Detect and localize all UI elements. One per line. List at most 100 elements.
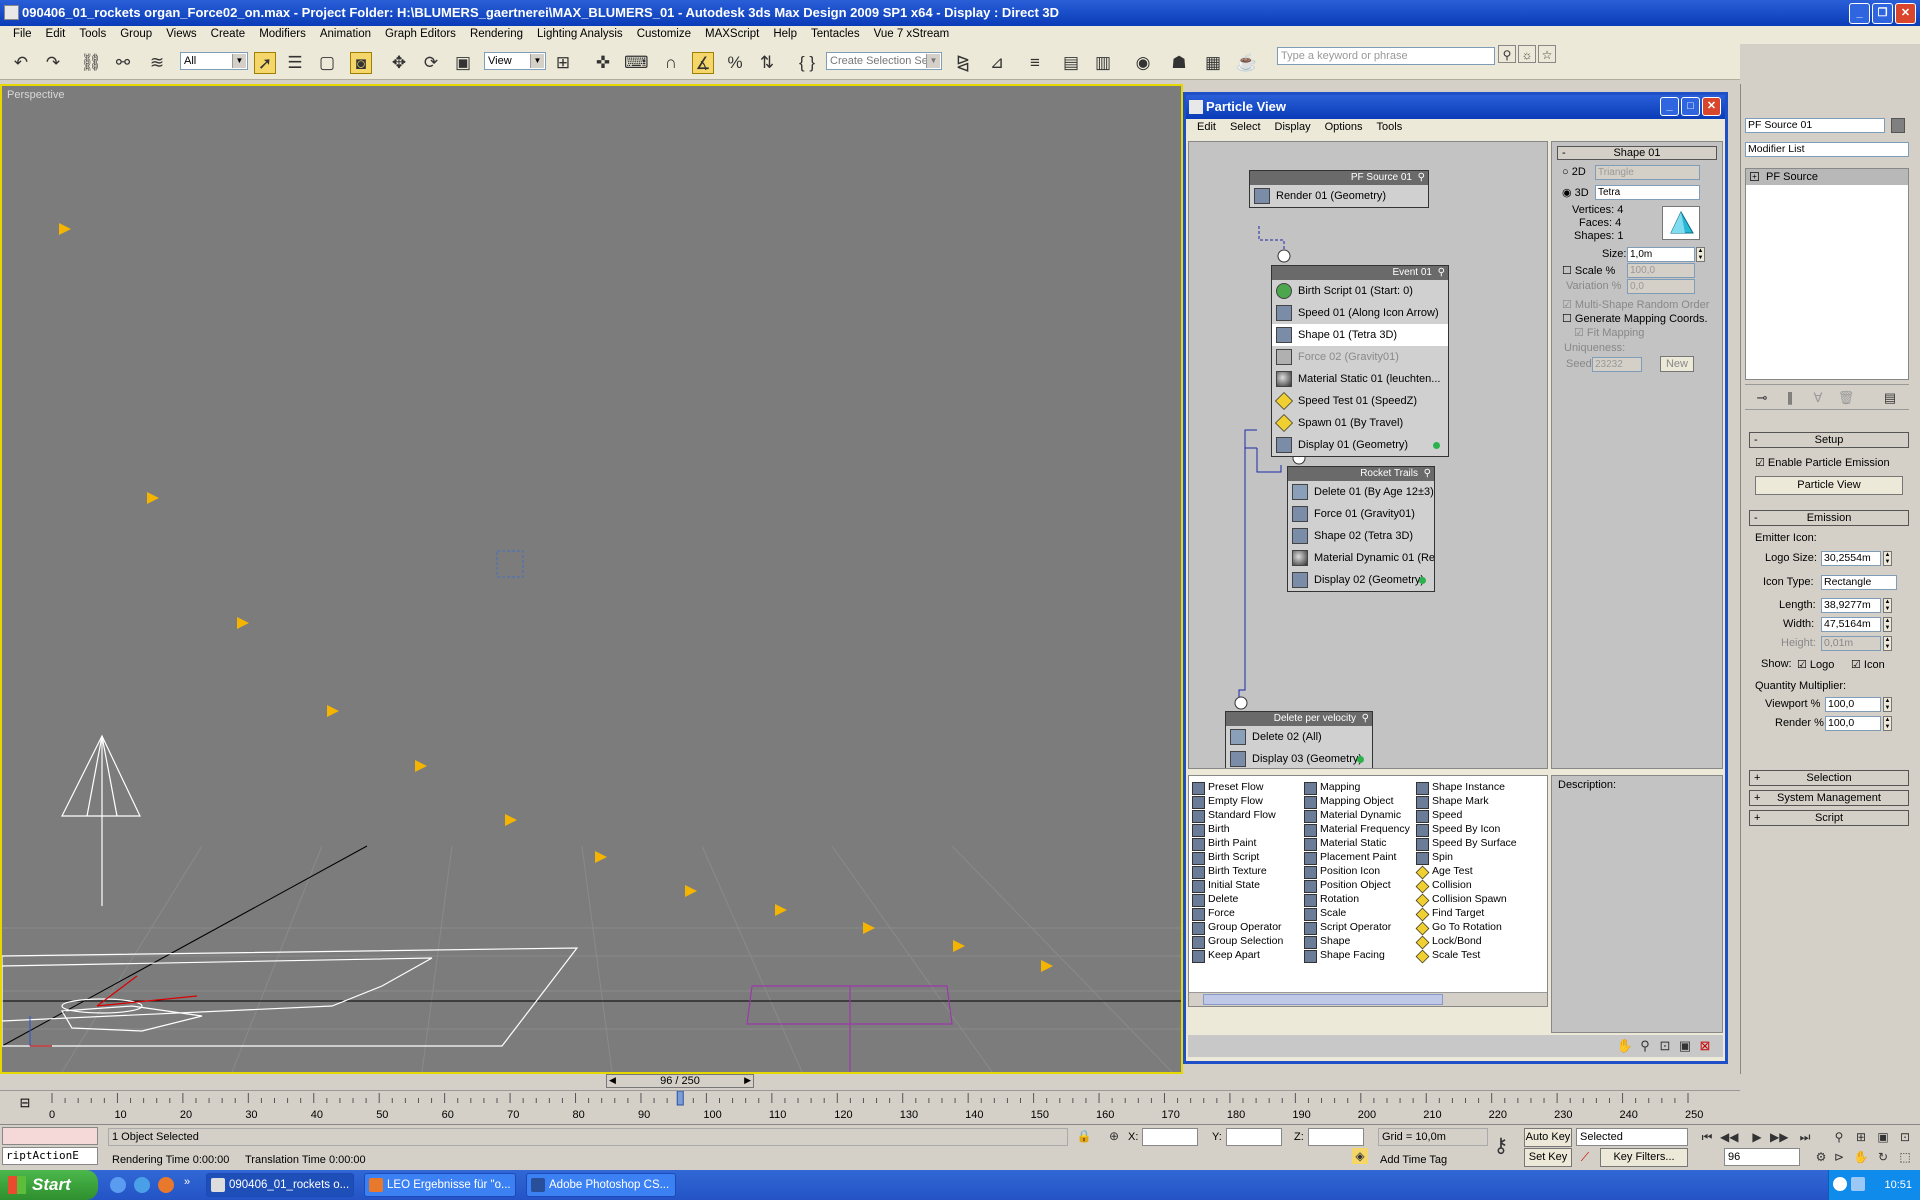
pivot-center-icon[interactable]: ⊞ xyxy=(552,52,574,74)
next-key-icon[interactable]: ▶▶ xyxy=(1770,1128,1788,1146)
menu-tentacles[interactable]: Tentacles xyxy=(804,26,867,44)
zoom-extents-all-icon[interactable]: ▣ xyxy=(1874,1128,1892,1146)
internet-explorer-icon[interactable] xyxy=(134,1177,150,1193)
pf-source-title[interactable]: PF Source 01 xyxy=(1250,171,1428,185)
show-logo-checkbox[interactable]: ☑ Logo xyxy=(1797,658,1834,671)
selection-rollout-header[interactable]: + Selection xyxy=(1749,770,1909,786)
minimize-button[interactable]: _ xyxy=(1849,3,1870,24)
depot-item[interactable]: Mapping xyxy=(1303,780,1410,795)
task-photoshop[interactable]: Adobe Photoshop CS... xyxy=(526,1173,676,1197)
event01-title[interactable]: Event 01 xyxy=(1272,266,1448,280)
curve-editor-icon[interactable]: ▤ xyxy=(1060,52,1082,74)
depot-item[interactable]: Position Icon xyxy=(1303,864,1410,879)
close-button[interactable]: ✕ xyxy=(1895,3,1916,24)
generate-mapping-checkbox[interactable]: ☐ Generate Mapping Coords. xyxy=(1562,312,1708,325)
depot-item[interactable]: Scale xyxy=(1303,906,1410,921)
task-3dsmax[interactable]: 090406_01_rockets o... xyxy=(206,1173,354,1197)
add-time-tag[interactable]: Add Time Tag xyxy=(1380,1154,1447,1166)
depot-item[interactable]: Standard Flow xyxy=(1191,808,1283,823)
select-by-name-icon[interactable]: ☰ xyxy=(284,52,306,74)
search-input[interactable]: Type a keyword or phrase xyxy=(1277,47,1495,65)
menu-create[interactable]: Create xyxy=(204,26,253,44)
y-coordinate-field[interactable] xyxy=(1226,1128,1282,1146)
depot-item[interactable]: Force xyxy=(1191,906,1283,921)
pv-menu-edit[interactable]: Edit xyxy=(1190,119,1223,137)
depot-item[interactable]: Group Operator xyxy=(1191,920,1283,935)
manipulate-icon[interactable]: ✜ xyxy=(592,52,614,74)
length-field[interactable]: 38,9277m xyxy=(1821,598,1881,613)
key-filters-button[interactable]: Key Filters... xyxy=(1600,1148,1688,1167)
icon-type-dropdown[interactable]: Rectangle xyxy=(1821,575,1897,590)
menu-file[interactable]: File xyxy=(6,26,39,44)
maxscript-mini-listener[interactable]: riptActionE xyxy=(2,1147,98,1165)
event-node-event01[interactable]: Event 01 Birth Script 01 (Start: 0) Spee… xyxy=(1271,265,1449,457)
width-spinner[interactable]: ▲ ▼ xyxy=(1883,617,1892,632)
depot-item[interactable]: Material Static xyxy=(1303,836,1410,851)
quick-render-icon[interactable]: ☕ xyxy=(1236,52,1258,74)
depot-item[interactable]: Group Selection xyxy=(1191,934,1283,949)
event-graph[interactable]: PF Source 01 Render 01 (Geometry) Event … xyxy=(1188,141,1548,769)
unlink-icon[interactable]: ⚯ xyxy=(112,52,134,74)
time-slider[interactable]: ◀ 96 / 250 ▶ xyxy=(0,1074,1740,1088)
height-spinner[interactable]: ▲ ▼ xyxy=(1883,636,1892,651)
tray-expand-icon[interactable] xyxy=(1833,1177,1847,1191)
pv-maximize-button[interactable]: □ xyxy=(1681,97,1700,116)
particle-view-button[interactable]: Particle View xyxy=(1755,476,1903,495)
expand-icon[interactable]: + xyxy=(1750,172,1759,181)
depot-item[interactable]: Empty Flow xyxy=(1191,794,1283,809)
zoom-icon[interactable]: ⚲ xyxy=(1636,1037,1654,1055)
remove-modifier-icon[interactable]: 🗑 xyxy=(1835,387,1857,409)
show-end-result-icon[interactable]: ∥ xyxy=(1779,387,1801,409)
seed-field[interactable]: 23232 xyxy=(1592,357,1642,372)
pv-menu-tools[interactable]: Tools xyxy=(1370,119,1410,137)
operator-delete[interactable]: Delete 01 (By Age 12±3) xyxy=(1288,481,1434,503)
shape-2d-dropdown[interactable]: Triangle xyxy=(1595,165,1700,180)
play-icon[interactable]: ▶ xyxy=(1748,1128,1766,1146)
depot-item[interactable]: Lock/Bond xyxy=(1415,934,1517,948)
communication-center-icon[interactable]: ☼ xyxy=(1518,45,1536,63)
shape-3d-dropdown[interactable]: Tetra xyxy=(1595,185,1700,200)
reference-coordinate-dropdown[interactable]: View xyxy=(484,52,546,70)
pv-menu-display[interactable]: Display xyxy=(1268,119,1318,137)
rendered-frame-window-icon[interactable]: ▦ xyxy=(1202,52,1224,74)
snaps-toggle-icon[interactable]: ∩ xyxy=(660,52,682,74)
z-coordinate-field[interactable] xyxy=(1308,1128,1364,1146)
pv-menu-select[interactable]: Select xyxy=(1223,119,1268,137)
current-frame-marker[interactable] xyxy=(676,1091,684,1106)
menu-customize[interactable]: Customize xyxy=(630,26,698,44)
scale-icon[interactable]: ▣ xyxy=(452,52,474,74)
length-spinner[interactable]: ▲ ▼ xyxy=(1883,598,1892,613)
set-key-mode-icon[interactable]: ⚷ xyxy=(1486,1134,1516,1158)
time-tag-icon[interactable]: ◈ xyxy=(1352,1148,1368,1164)
previous-key-icon[interactable]: ◀◀ xyxy=(1720,1128,1738,1146)
event-node-delete-per-velocity[interactable]: Delete per velocity Delete 02 (All) Disp… xyxy=(1225,711,1373,768)
operator-render[interactable]: Render 01 (Geometry) xyxy=(1250,185,1428,207)
zoom-extents-selected-icon[interactable]: ⊡ xyxy=(1896,1128,1914,1146)
select-object-icon[interactable]: ➚ xyxy=(254,52,276,74)
field-of-view-icon[interactable]: ⊳ xyxy=(1830,1148,1848,1166)
bind-to-space-warp-icon[interactable]: ≋ xyxy=(146,52,168,74)
restore-button[interactable]: ❐ xyxy=(1872,3,1893,24)
window-crossing-icon[interactable]: ◙ xyxy=(350,52,372,74)
operator-shape[interactable]: Shape 02 (Tetra 3D) xyxy=(1288,525,1434,547)
menu-rendering[interactable]: Rendering xyxy=(463,26,530,44)
modifier-list-dropdown[interactable]: Modifier List xyxy=(1745,142,1909,157)
depot-item[interactable]: Shape Instance xyxy=(1415,780,1517,795)
time-configuration-icon[interactable]: ⚙ xyxy=(1812,1148,1830,1166)
depot-item[interactable]: Birth Texture xyxy=(1191,864,1283,879)
operator-force[interactable]: Force 02 (Gravity01) xyxy=(1272,346,1448,368)
trackbar[interactable]: ⊟ 0 10 20 30 40 50 60 70 80 90 100 110 120 130 140 150 1… xyxy=(0,1090,1740,1124)
move-icon[interactable]: ✥ xyxy=(388,52,410,74)
percent-snap-icon[interactable]: % xyxy=(724,52,746,74)
new-seed-button[interactable]: New xyxy=(1660,356,1694,372)
named-selection-set-dropdown[interactable]: Create Selection Se xyxy=(826,52,942,70)
depot-item[interactable]: Script Operator xyxy=(1303,920,1410,935)
object-name-field[interactable]: PF Source 01 xyxy=(1745,118,1885,133)
depot-item[interactable]: Birth xyxy=(1191,822,1283,837)
viewport-percent-spinner[interactable]: ▲ ▼ xyxy=(1883,697,1892,712)
depot-item[interactable]: Birth Paint xyxy=(1191,836,1283,851)
menu-views[interactable]: Views xyxy=(159,26,203,44)
schematic-view-icon[interactable]: ▥ xyxy=(1092,52,1114,74)
depot-item[interactable]: Initial State xyxy=(1191,878,1283,893)
viewport-percent-field[interactable]: 100,0 xyxy=(1825,697,1881,712)
